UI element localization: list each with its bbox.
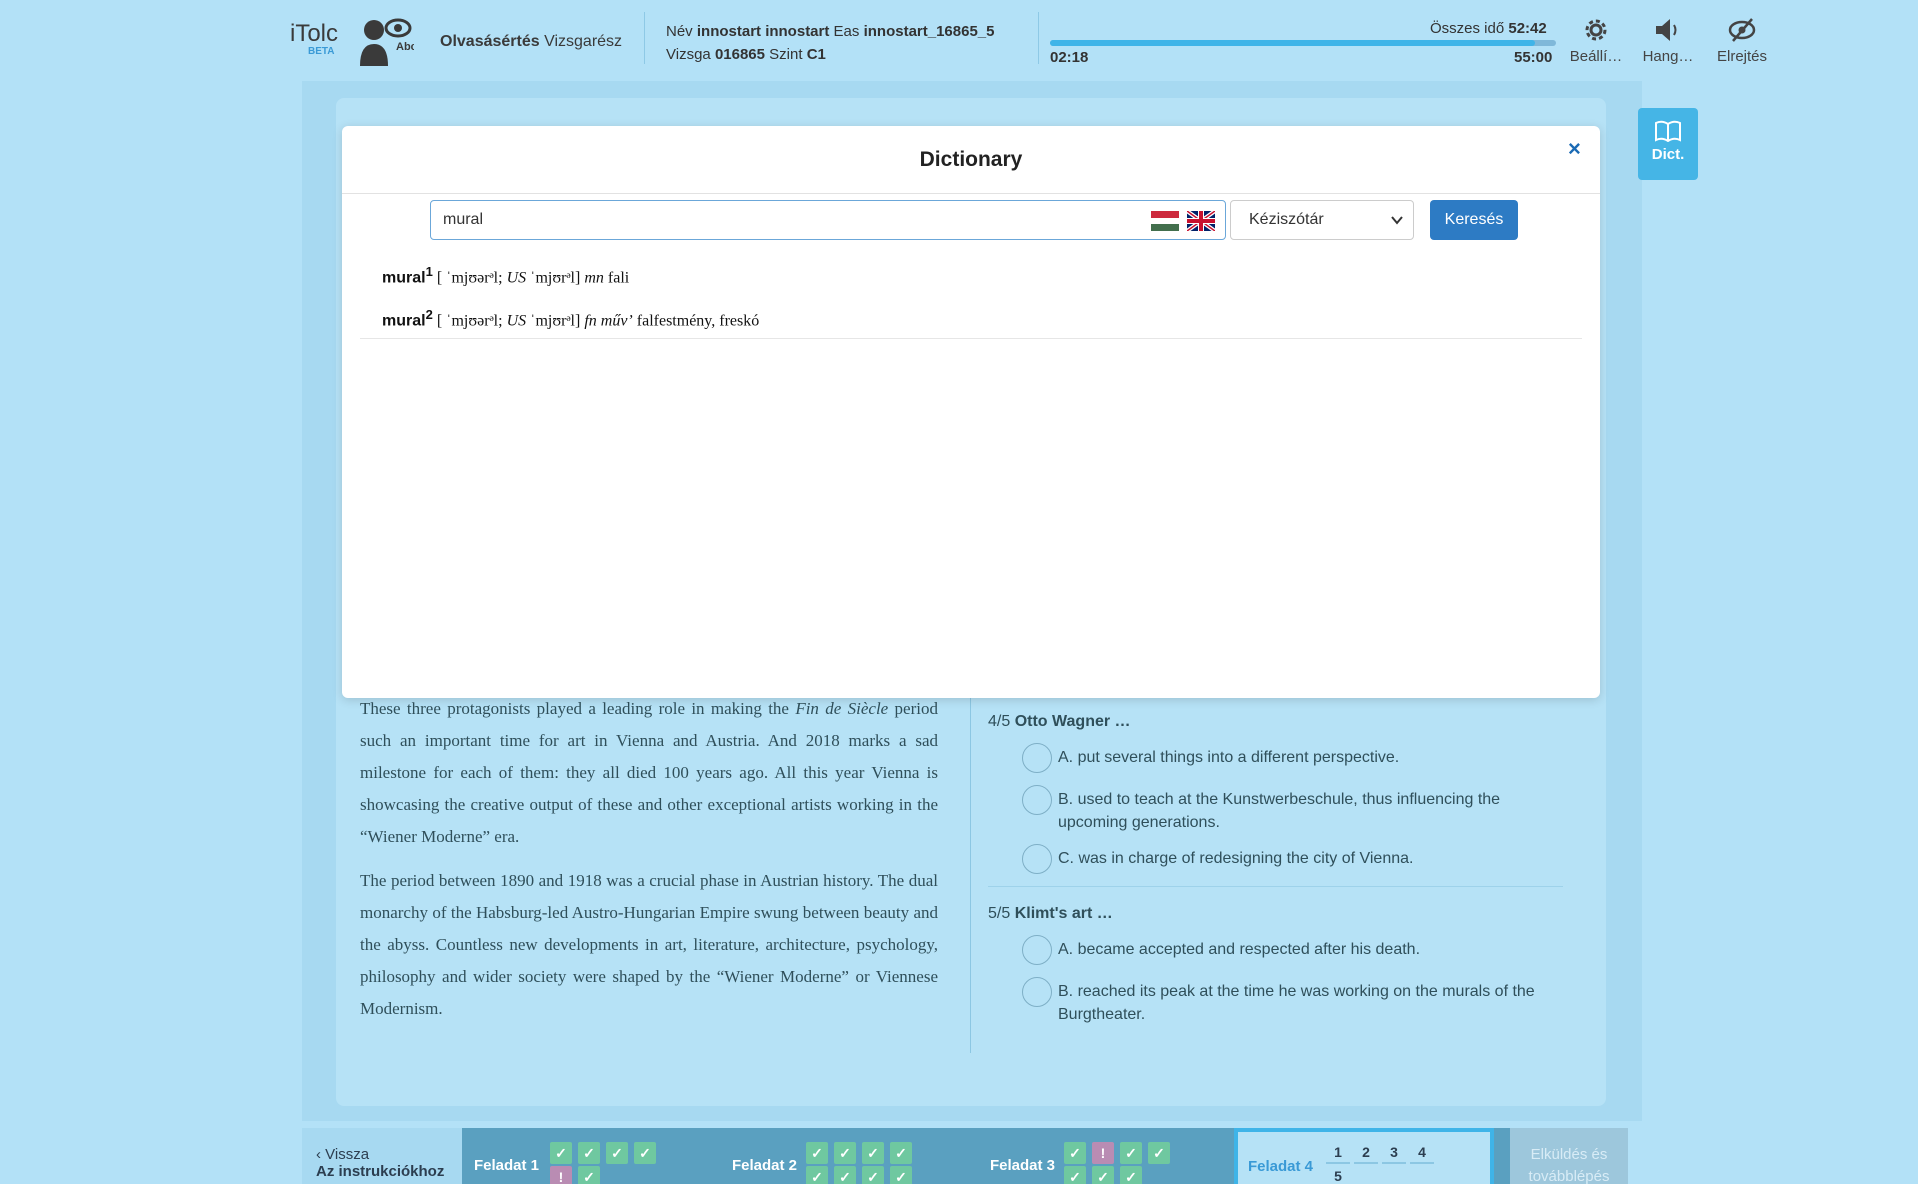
- search-input[interactable]: [443, 209, 1133, 231]
- search-button[interactable]: Keresés: [1430, 200, 1518, 240]
- question-list: 4/5 Otto Wagner … A. put several things …: [988, 713, 1568, 1036]
- question-number-link[interactable]: 1: [1326, 1142, 1350, 1164]
- speaker-icon: [1656, 19, 1677, 41]
- passage-paragraph: The period between 1890 and 1918 was a c…: [360, 871, 938, 1018]
- dictionary-modal: Dictionary × Kéziszótár Keresés mural1 […: [342, 126, 1600, 698]
- radio-button[interactable]: [1022, 743, 1052, 773]
- task-navigation: ‹ Vissza Az instrukciókhoz Feladat 1 ✓ ✓…: [302, 1128, 1642, 1184]
- section-name: Olvasásértés Vizsgarész: [440, 33, 623, 50]
- answer-option[interactable]: A. put several things into a different p…: [988, 743, 1568, 775]
- dictionary-select[interactable]: Kéziszótár: [1230, 200, 1414, 240]
- app-logo: iTolc: [290, 20, 339, 47]
- radio-button[interactable]: [1022, 977, 1052, 1007]
- chevron-down-icon: [1391, 216, 1403, 225]
- question-number-link[interactable]: 3: [1382, 1142, 1406, 1164]
- check-icon: ✓: [834, 1166, 856, 1184]
- question-title: 4/5 Otto Wagner …: [988, 713, 1131, 730]
- tab-feladat-1[interactable]: Feladat 1 ✓ ✓ ✓ ✓ ! ✓: [462, 1128, 712, 1184]
- tab-feladat-4[interactable]: Feladat 4 1 2 3 4 5: [1234, 1128, 1494, 1184]
- beta-badge: BETA: [308, 46, 335, 57]
- check-icon: ✓: [806, 1142, 828, 1164]
- svg-text:Abc: Abc: [396, 41, 414, 53]
- check-icon: ✓: [606, 1142, 628, 1164]
- check-icon: ✓: [862, 1142, 884, 1164]
- total-time: Összes idő 52:42: [1430, 20, 1547, 37]
- dictionary-button-label: Dict.: [1651, 146, 1685, 163]
- gear-icon: [1585, 19, 1607, 41]
- chevron-left-icon: ‹: [316, 1146, 321, 1163]
- dictionary-entry: mural1 [ ˈmjʊərᵊl; US ˈmjʊrᵊl] mn fali: [382, 264, 630, 287]
- check-icon: ✓: [890, 1166, 912, 1184]
- elapsed-time: 02:18: [1050, 49, 1089, 66]
- check-icon: ✓: [578, 1166, 600, 1184]
- exam-info: Vizsga 016865 Szint C1: [666, 46, 826, 63]
- check-icon: ✓: [1148, 1142, 1170, 1164]
- dictionary-entry: mural2 [ ˈmjʊərᵊl; US ˈmjʊrᵊl] fn művʼ f…: [382, 307, 760, 330]
- check-icon: ✓: [1064, 1166, 1086, 1184]
- radio-button[interactable]: [1022, 844, 1052, 874]
- modal-divider: [342, 193, 1600, 194]
- candidate-info: Név innostart innostart Eas innostart_16…: [666, 23, 995, 40]
- sound-button[interactable]: Hang…: [1636, 12, 1700, 74]
- answer-option[interactable]: C. was in charge of redesigning the city…: [988, 844, 1568, 876]
- book-icon: [1655, 120, 1681, 142]
- hungarian-flag-icon[interactable]: [1151, 211, 1179, 231]
- warning-icon: !: [1092, 1142, 1114, 1164]
- tab-feladat-2[interactable]: Feladat 2 ✓ ✓ ✓ ✓ ✓ ✓ ✓ ✓: [720, 1128, 970, 1184]
- time-limit: 55:00: [1514, 49, 1553, 66]
- submit-and-continue-button[interactable]: Elküldés és továbblépés: [1510, 1128, 1628, 1184]
- back-to-instructions-button[interactable]: ‹ Vissza Az instrukciókhoz: [302, 1128, 462, 1184]
- question-number-link[interactable]: 5: [1326, 1166, 1350, 1184]
- close-icon[interactable]: ×: [1568, 136, 1581, 162]
- check-icon: ✓: [890, 1142, 912, 1164]
- answer-option[interactable]: B. reached its peak at the time he was w…: [988, 977, 1568, 1026]
- settings-button[interactable]: Beállí…: [1564, 12, 1628, 74]
- hide-label: Elrejtés: [1716, 48, 1768, 65]
- settings-label: Beállí…: [1569, 48, 1623, 65]
- search-field[interactable]: [430, 200, 1226, 240]
- time-progress-fill: [1050, 40, 1535, 46]
- check-icon: ✓: [1120, 1166, 1142, 1184]
- sound-label: Hang…: [1642, 48, 1694, 65]
- reader-avatar-icon: Abc: [360, 18, 414, 66]
- check-icon: ✓: [1120, 1142, 1142, 1164]
- radio-button[interactable]: [1022, 785, 1052, 815]
- question-divider: [988, 886, 1563, 887]
- check-icon: ✓: [834, 1142, 856, 1164]
- eye-slash-icon: [1728, 18, 1756, 42]
- warning-icon: !: [550, 1166, 572, 1184]
- hide-button[interactable]: Elrejtés: [1710, 12, 1774, 74]
- passage-paragraph: These three protagonists played a leadin…: [360, 699, 938, 846]
- answer-option[interactable]: B. used to teach at the Kunstwerbeschule…: [988, 785, 1568, 834]
- check-icon: ✓: [578, 1142, 600, 1164]
- uk-flag-icon[interactable]: [1187, 211, 1215, 231]
- question-number-link[interactable]: 4: [1410, 1142, 1434, 1164]
- question-number-link[interactable]: 2: [1354, 1142, 1378, 1164]
- check-icon: ✓: [862, 1166, 884, 1184]
- dictionary-button[interactable]: Dict.: [1638, 108, 1698, 180]
- check-icon: ✓: [634, 1142, 656, 1164]
- check-icon: ✓: [806, 1166, 828, 1184]
- time-progress-bar: [1050, 40, 1556, 46]
- header-divider: [644, 12, 645, 64]
- radio-button[interactable]: [1022, 935, 1052, 965]
- check-icon: ✓: [550, 1142, 572, 1164]
- reading-passage: These three protagonists played a leadin…: [360, 693, 938, 1037]
- modal-title: Dictionary: [919, 148, 1023, 171]
- entry-divider: [360, 338, 1582, 339]
- check-icon: ✓: [1092, 1166, 1114, 1184]
- column-divider: [970, 693, 971, 1053]
- answer-option[interactable]: A. became accepted and respected after h…: [988, 935, 1568, 967]
- question-title: 5/5 Klimt's art …: [988, 905, 1113, 922]
- tab-feladat-3[interactable]: Feladat 3 ✓ ! ✓ ✓ ✓ ✓ ✓: [978, 1128, 1228, 1184]
- header-divider: [1038, 12, 1039, 64]
- check-icon: ✓: [1064, 1142, 1086, 1164]
